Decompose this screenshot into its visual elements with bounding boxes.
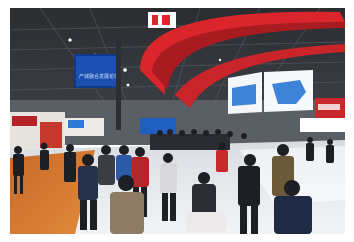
map-screens	[228, 70, 313, 114]
billboard-text: 产城融合发展论坛	[79, 73, 119, 80]
exhibition-scene: 产城融合发展论坛	[0, 0, 354, 242]
exhibition-hall-photo: 产城融合发展论坛	[0, 0, 354, 242]
left-billboard: 产城融合发展论坛	[74, 54, 120, 88]
lamp-pole	[116, 40, 121, 130]
